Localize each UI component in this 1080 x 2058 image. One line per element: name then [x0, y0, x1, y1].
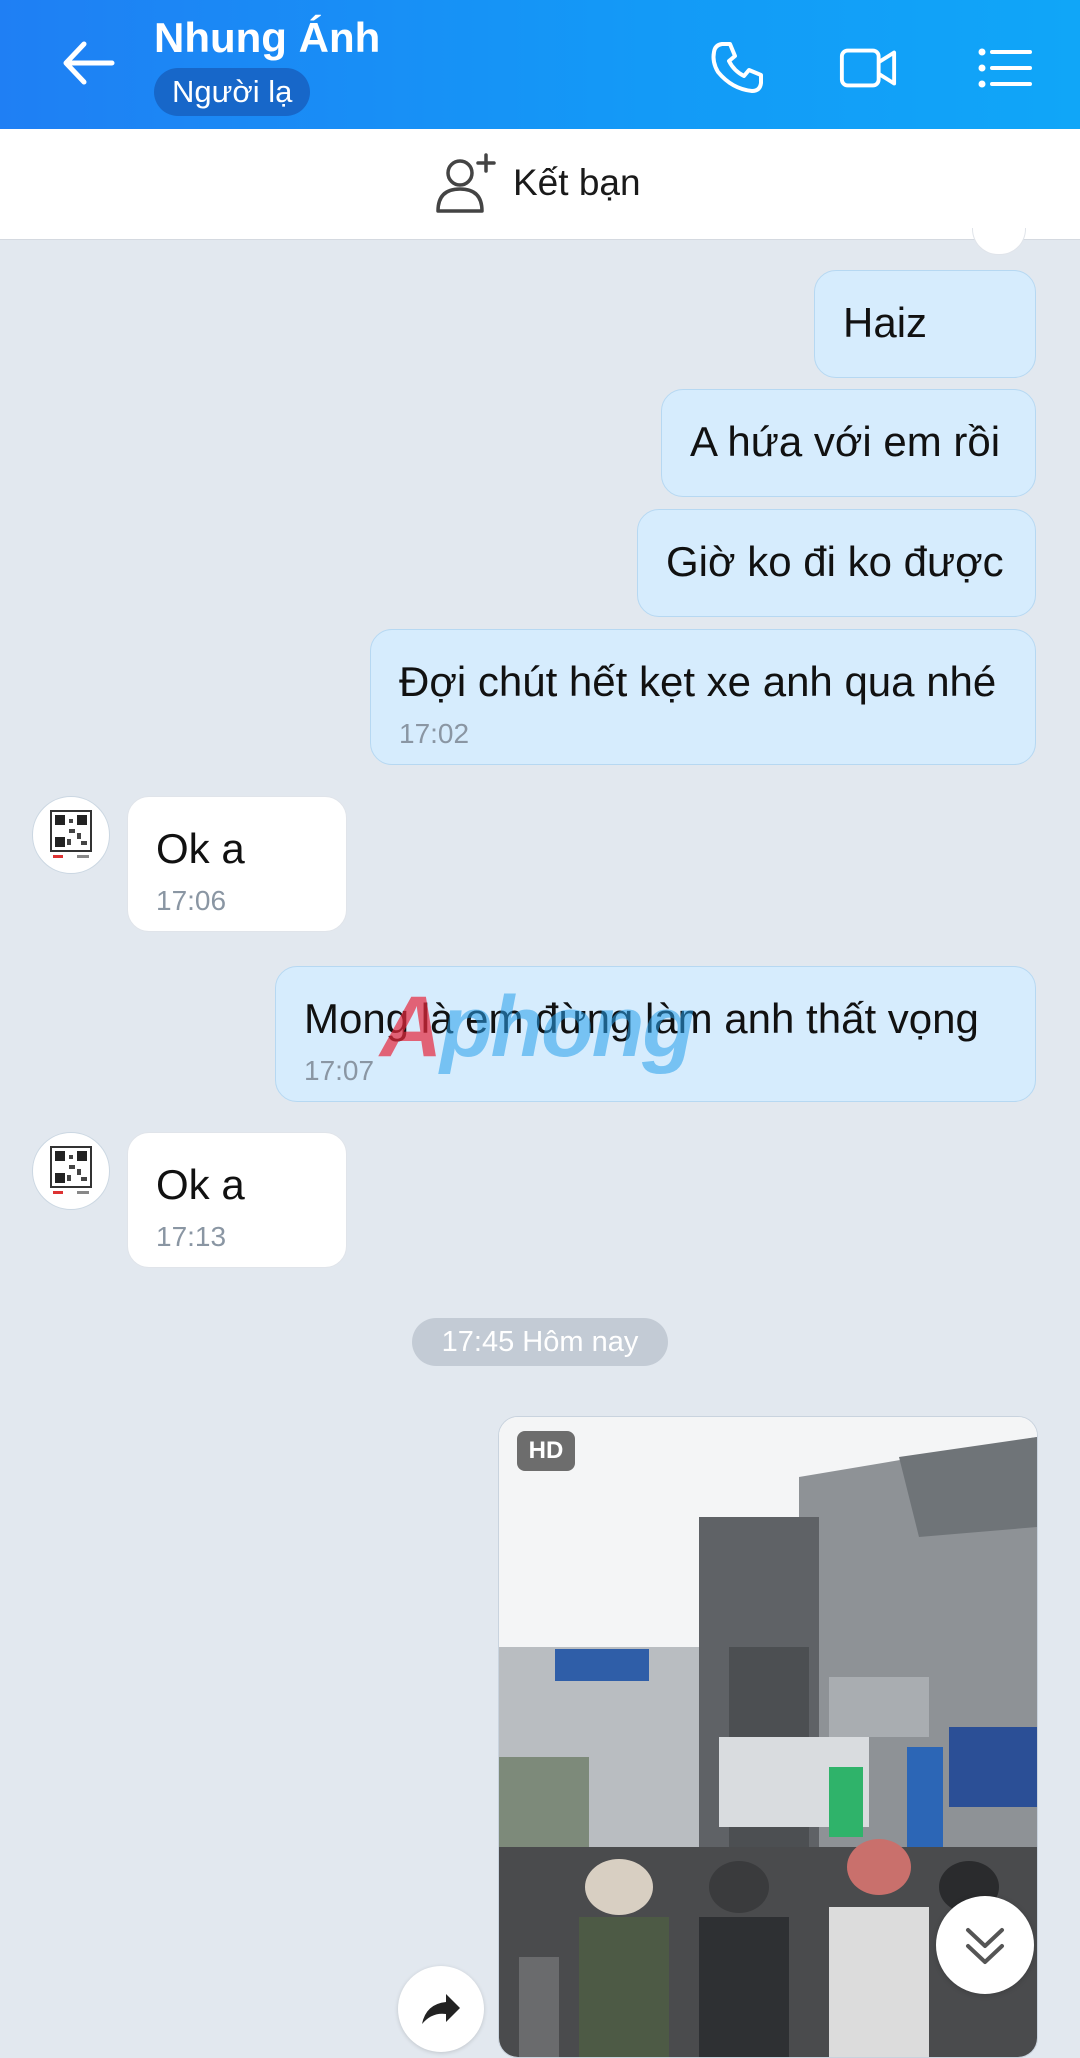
message-bubble[interactable]: A hứa với em rồi — [661, 389, 1036, 497]
forward-arrow-icon — [422, 1994, 460, 2024]
scroll-to-bottom-button[interactable] — [936, 1896, 1034, 1994]
message-time: 17:06 — [156, 885, 227, 916]
hd-badge: HD — [517, 1431, 575, 1471]
add-friend-bar[interactable]: Kết bạn — [0, 129, 1080, 240]
message-text: A hứa với em rồi — [690, 418, 1001, 465]
menu-list-icon[interactable] — [974, 38, 1034, 98]
chat-header: Nhung Ánh Người lạ — [0, 0, 1080, 129]
message-text: Giờ ko đi ko được — [666, 538, 1004, 585]
share-button[interactable] — [398, 1966, 484, 2052]
message-time: 17:13 — [156, 1221, 227, 1252]
previous-message-edge — [972, 228, 1026, 255]
message-text: Haiz — [843, 299, 928, 346]
double-chevron-down-icon — [966, 1928, 1004, 1964]
qr-code-icon — [47, 1143, 95, 1199]
add-friend-icon — [436, 153, 496, 213]
watermark-logo: Aphong — [380, 979, 695, 1075]
message-bubble[interactable]: Haiz — [814, 270, 1036, 378]
date-separator: 17:45 Hôm nay — [412, 1318, 668, 1366]
contact-avatar[interactable] — [32, 1132, 110, 1210]
qr-code-icon — [47, 807, 95, 863]
message-text: Đợi chút hết kẹt xe anh qua nhé — [399, 658, 997, 705]
back-arrow-icon[interactable] — [58, 38, 118, 88]
video-call-icon[interactable] — [838, 38, 898, 98]
message-bubble[interactable]: Giờ ko đi ko được — [637, 509, 1036, 617]
stranger-badge: Người lạ — [154, 68, 311, 116]
message-bubble[interactable]: Ok a 17:06 — [127, 796, 347, 932]
message-text: Ok a — [156, 825, 245, 872]
message-time: 17:07 — [304, 1055, 375, 1086]
contact-name[interactable]: Nhung Ánh — [154, 14, 380, 62]
contact-avatar[interactable] — [32, 796, 110, 874]
message-text: Ok a — [156, 1161, 245, 1208]
phone-icon[interactable] — [708, 38, 768, 98]
message-time: 17:02 — [399, 718, 470, 749]
message-bubble[interactable]: Đợi chút hết kẹt xe anh qua nhé 17:02 — [370, 629, 1036, 765]
add-friend-label: Kết bạn — [513, 162, 641, 203]
message-bubble[interactable]: Ok a 17:13 — [127, 1132, 347, 1268]
